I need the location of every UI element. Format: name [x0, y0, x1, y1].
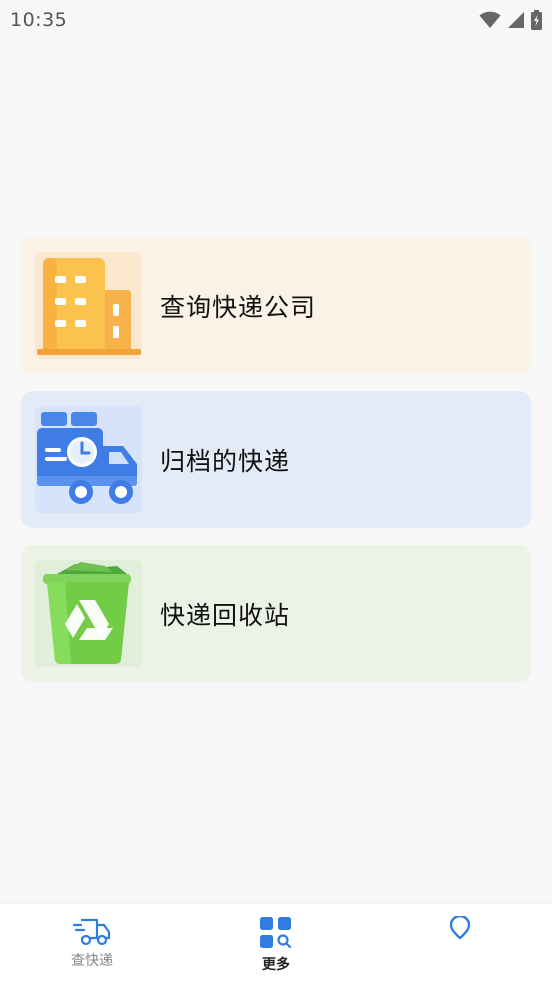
building-icon — [37, 258, 141, 355]
location-pin-icon — [449, 916, 471, 940]
status-icons — [479, 10, 542, 30]
card-icon-container — [35, 252, 142, 359]
card-label: 快递回收站 — [160, 600, 291, 630]
card-label: 查询快递公司 — [160, 292, 317, 322]
grid-search-icon — [260, 917, 292, 949]
nav-item-location[interactable] — [368, 904, 552, 981]
wifi-icon — [479, 11, 501, 28]
status-bar: 10:35 — [0, 0, 552, 40]
truck-icon — [73, 918, 111, 946]
recycle-bin-icon — [43, 562, 131, 664]
bottom-navigation: 查快递 更多 — [0, 904, 552, 981]
card-archived-deliveries[interactable]: 归档的快递 — [21, 391, 531, 528]
battery-icon — [531, 10, 542, 30]
signal-icon — [508, 12, 524, 28]
card-query-courier-company[interactable]: 查询快递公司 — [21, 237, 531, 374]
card-label: 归档的快递 — [160, 446, 291, 476]
nav-item-more[interactable]: 更多 — [184, 904, 368, 981]
nav-label: 更多 — [262, 957, 290, 973]
nav-item-query-express[interactable]: 查快递 — [0, 904, 184, 981]
nav-label: 查快递 — [71, 953, 113, 969]
card-delivery-recycle-bin[interactable]: 快递回收站 — [21, 545, 531, 682]
delivery-truck-icon — [37, 412, 137, 504]
menu-list: 查询快递公司 归档的快递 快递回收站 — [21, 237, 531, 699]
card-icon-container — [35, 560, 142, 667]
card-icon-container — [35, 406, 142, 513]
status-time: 10:35 — [10, 9, 68, 31]
